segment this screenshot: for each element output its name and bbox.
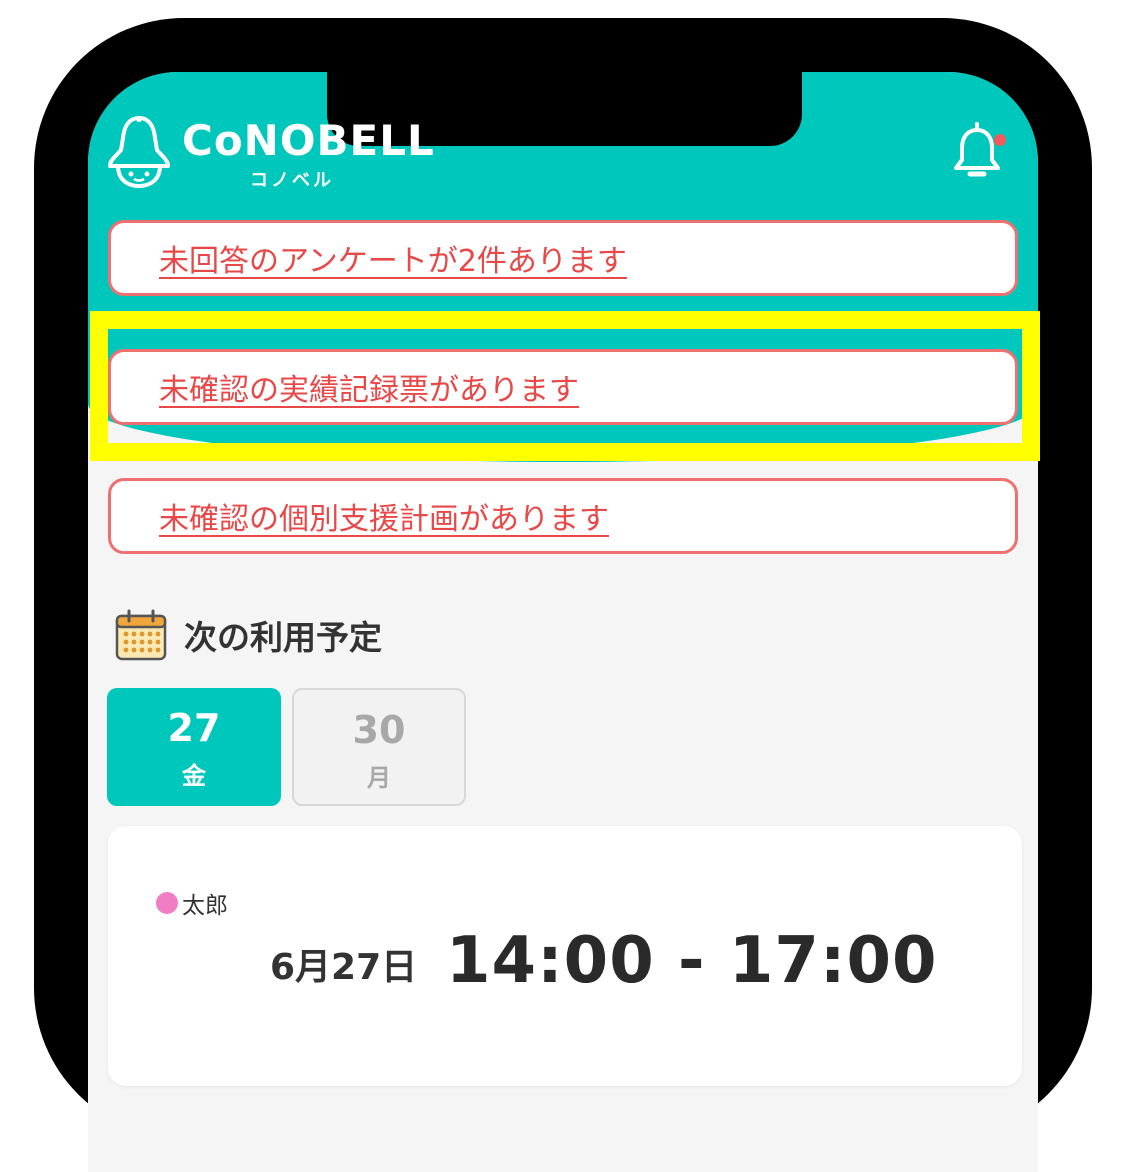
- alert-unconfirmed-plan[interactable]: 未確認の個別支援計画があります: [108, 478, 1018, 554]
- schedule-date: 6月27日: [270, 947, 418, 988]
- section-title: 次の利用予定: [184, 618, 382, 657]
- date-tab-30[interactable]: 30 月: [292, 688, 466, 806]
- tab-weekday: 金: [182, 762, 206, 790]
- bell-icon: [954, 122, 1006, 177]
- next-schedule-heading: 次の利用予定: [114, 608, 382, 662]
- tab-day: 30: [352, 708, 406, 752]
- tab-weekday: 月: [367, 764, 391, 792]
- highlight-box: [90, 311, 1040, 461]
- notification-dot: [994, 134, 1006, 146]
- alert-unanswered-survey[interactable]: 未回答のアンケートが2件あります: [108, 220, 1018, 296]
- child-row: 太郎: [156, 886, 228, 920]
- bell-mascot-icon: [108, 116, 170, 189]
- notification-button[interactable]: [948, 122, 1010, 186]
- child-name: 太郎: [182, 893, 228, 919]
- alert-link[interactable]: 未確認の個別支援計画があります: [159, 494, 609, 538]
- calendar-icon: [115, 609, 167, 661]
- schedule-card[interactable]: 太郎 6月27日 14:00 - 17:00: [108, 826, 1022, 1086]
- logo-subtitle: コノベル: [250, 170, 334, 191]
- schedule-time: 14:00 - 17:00: [446, 924, 938, 998]
- app-logo: CoNOBELL コノベル: [106, 114, 434, 194]
- child-color-dot: [156, 892, 178, 914]
- alert-link[interactable]: 未回答のアンケートが2件あります: [159, 236, 627, 280]
- logo-text: CoNOBELL: [182, 116, 435, 165]
- tab-day: 27: [167, 706, 221, 750]
- date-tab-27[interactable]: 27 金: [107, 688, 281, 806]
